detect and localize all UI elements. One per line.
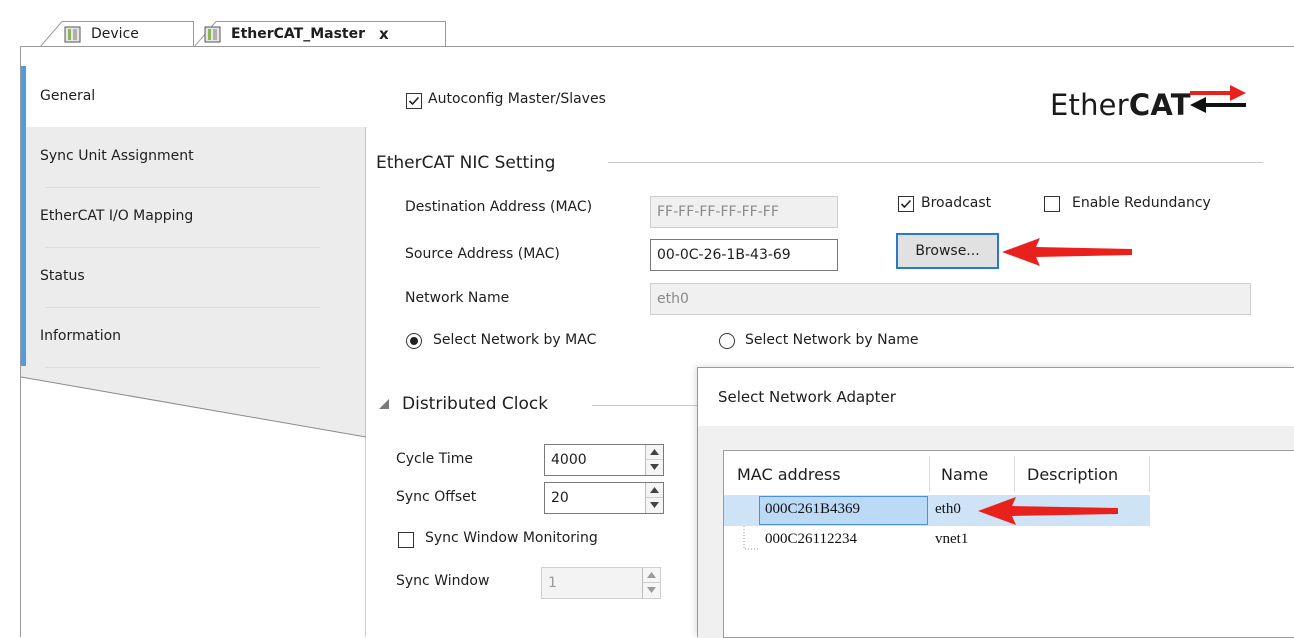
tab-device-label: Device [91, 26, 139, 42]
sidebar-item-sync-unit-assignment[interactable]: Sync Unit Assignment [21, 126, 366, 186]
section-divider [608, 162, 1263, 163]
column-header-mac[interactable]: MAC address [737, 465, 841, 484]
tab-device[interactable]: Device [40, 21, 194, 47]
ethercat-arrows-icon [1190, 85, 1246, 113]
column-separator [929, 456, 930, 492]
nic-setting-title: EtherCAT NIC Setting [376, 153, 556, 173]
sidebar-item-label: EtherCAT I/O Mapping [40, 208, 194, 224]
tab-ethercat-master[interactable]: EtherCAT_Master x [194, 21, 446, 47]
sidebar-item-status[interactable]: Status [21, 246, 366, 306]
sync-window-stepper[interactable] [541, 567, 661, 599]
sync-offset-input[interactable] [545, 483, 645, 513]
distributed-clock-title: Distributed Clock [402, 394, 549, 414]
item-indicator [21, 306, 26, 366]
annotation-arrow-icon [978, 497, 1118, 525]
row-mac: 000C26112234 [765, 531, 857, 547]
device-icon [64, 26, 81, 42]
sidebar-item-label: Sync Unit Assignment [40, 148, 194, 164]
editor-tab-strip: Device EtherCAT_Master x [0, 0, 1294, 47]
sync-window-monitoring-checkbox[interactable] [398, 532, 414, 548]
row-name: eth0 [935, 501, 961, 517]
enable-redundancy-label: Enable Redundancy [1072, 195, 1211, 211]
arrow-down-icon [650, 464, 659, 470]
enable-redundancy-checkbox[interactable] [1044, 196, 1060, 212]
network-name-label: Network Name [405, 290, 510, 306]
cycle-time-stepper[interactable] [544, 444, 664, 476]
browse-button[interactable]: Browse... [896, 233, 999, 269]
arrow-up-icon [650, 449, 659, 455]
dialog-body: MAC address Name Description 000C261B436… [698, 426, 1294, 638]
sync-window-monitoring-label: Sync Window Monitoring [425, 530, 598, 546]
sidebar-item-label: Status [40, 268, 85, 284]
spin-down-button[interactable] [646, 460, 663, 475]
cycle-time-input[interactable] [545, 445, 645, 475]
logo-text: EtherCAT [1050, 88, 1191, 122]
dialog-title: Select Network Adapter [718, 388, 896, 406]
cycle-time-label: Cycle Time [396, 451, 473, 467]
collapse-triangle-icon[interactable] [378, 398, 390, 410]
row-mac: 000C261B4369 [765, 501, 861, 517]
autoconfig-label: Autoconfig Master/Slaves [428, 91, 606, 107]
destination-address-field[interactable] [650, 196, 838, 228]
spin-up-button[interactable] [646, 445, 663, 460]
select-network-by-mac-radio[interactable] [406, 333, 422, 349]
dialog-title-bar: Select Network Adapter [698, 368, 1294, 426]
autoconfig-checkbox[interactable] [406, 93, 422, 109]
arrow-down-icon [650, 502, 659, 508]
sidebar-item-label: Information [40, 328, 122, 344]
column-separator [1149, 456, 1150, 492]
column-separator [1014, 456, 1015, 492]
select-network-by-name-radio[interactable] [719, 333, 735, 349]
column-header-name[interactable]: Name [941, 465, 988, 484]
section-divider [592, 405, 697, 406]
sync-window-input[interactable] [542, 568, 642, 598]
spin-buttons [645, 445, 663, 475]
close-icon[interactable]: x [379, 25, 389, 43]
spin-up-button[interactable] [643, 568, 660, 583]
sidebar-item-io-mapping[interactable]: EtherCAT I/O Mapping [21, 186, 366, 246]
device-icon [204, 26, 221, 42]
spin-down-button[interactable] [643, 583, 660, 598]
select-by-mac-label: Select Network by MAC [433, 332, 597, 348]
item-indicator [21, 126, 26, 186]
arrow-up-icon [650, 487, 659, 493]
destination-address-label: Destination Address (MAC) [405, 199, 593, 215]
spin-up-button[interactable] [646, 483, 663, 498]
broadcast-checkbox[interactable] [898, 196, 914, 212]
checkmark-icon [408, 96, 420, 106]
source-address-label: Source Address (MAC) [405, 246, 560, 262]
sync-window-label: Sync Window [396, 573, 490, 589]
arrow-down-icon [647, 587, 656, 593]
network-name-field[interactable] [650, 283, 1251, 315]
annotation-arrow-icon [1002, 238, 1132, 266]
item-indicator [21, 186, 26, 246]
radio-dot [410, 337, 418, 345]
sync-offset-label: Sync Offset [396, 489, 477, 505]
column-header-description[interactable]: Description [1027, 465, 1118, 484]
tab-ethercat-master-label: EtherCAT_Master [231, 26, 365, 42]
active-indicator [21, 66, 26, 126]
spin-buttons [642, 568, 660, 598]
checkmark-icon [900, 199, 912, 209]
select-by-name-label: Select Network by Name [745, 332, 919, 348]
spin-buttons [645, 483, 663, 513]
sync-offset-stepper[interactable] [544, 482, 664, 514]
sidebar-separator [45, 367, 320, 368]
source-address-field[interactable] [650, 239, 838, 271]
sidebar-item-general[interactable]: General [21, 66, 366, 126]
ethercat-logo: EtherCAT [1050, 82, 1250, 128]
item-indicator [21, 246, 26, 306]
spin-down-button[interactable] [646, 498, 663, 513]
broadcast-label: Broadcast [921, 195, 992, 211]
arrow-up-icon [647, 572, 656, 578]
row-name: vnet1 [935, 531, 969, 547]
adapter-list: MAC address Name Description 000C261B436… [723, 450, 1294, 638]
sidebar-item-information[interactable]: Information [21, 306, 366, 366]
sidebar-item-label: General [40, 88, 96, 104]
